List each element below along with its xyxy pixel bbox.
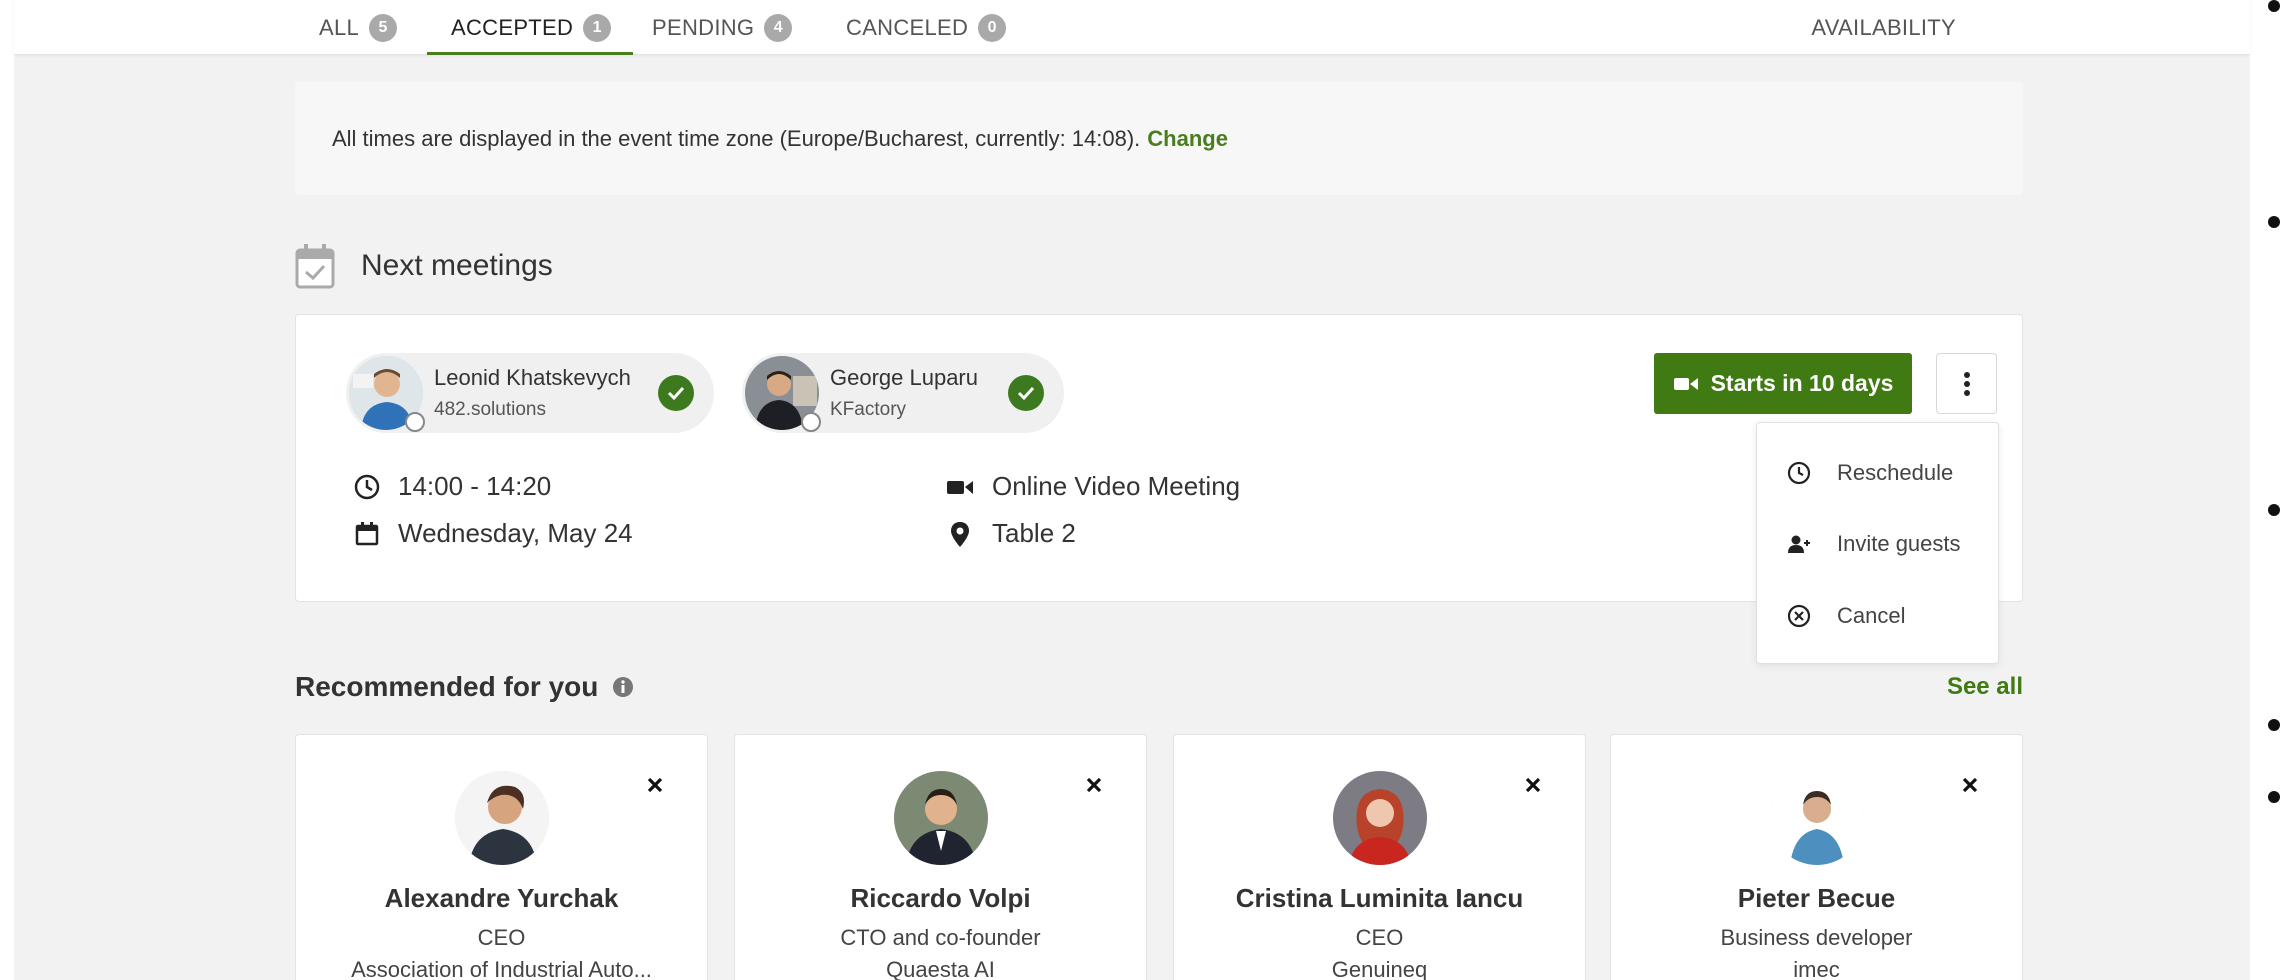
count-badge: 1 (583, 13, 612, 42)
recommendation-card[interactable]: Alexandre Yurchak CEO Association of Ind… (295, 734, 708, 980)
participant-name: George Luparu (830, 365, 978, 390)
page-indicator-dot[interactable] (2268, 504, 2280, 516)
dismiss-button[interactable] (1082, 773, 1106, 797)
join-meeting-label: Starts in 10 days (1710, 370, 1894, 396)
meeting-type: Online Video Meeting (946, 471, 1240, 502)
tab-pending[interactable]: PENDING 4 (652, 0, 793, 55)
calendar-icon (355, 521, 379, 545)
person-role: Business developer (1720, 925, 1913, 950)
tab-label: ALL (319, 14, 360, 40)
meeting-location-text: Table 2 (992, 518, 1076, 548)
person-name: Riccardo Volpi (850, 883, 1031, 913)
availability-link[interactable]: AVAILABILITY (1811, 0, 1956, 55)
menu-item-label: Reschedule (1837, 460, 1954, 485)
participant-chip[interactable]: Leonid Khatskevych 482.solutions (346, 353, 714, 433)
tab-label: PENDING (652, 14, 755, 40)
user-plus-icon (1788, 535, 1810, 553)
avatar (454, 771, 549, 865)
person-name: Cristina Luminita Iancu (1235, 883, 1524, 913)
meeting-date-text: Wednesday, May 24 (398, 518, 633, 548)
meeting-date: Wednesday, May 24 (354, 518, 633, 549)
tab-canceled[interactable]: CANCELED 0 (846, 0, 1007, 55)
menu-item-cancel[interactable]: Cancel (1757, 588, 2000, 644)
tab-label: CANCELED (846, 14, 969, 40)
timezone-notice: All times are displayed in the event tim… (295, 82, 2023, 195)
see-all-link[interactable]: See all (1947, 665, 2023, 709)
dismiss-button[interactable] (1958, 773, 1982, 797)
recommended-title-text: Recommended for you (295, 671, 599, 702)
recommended-header: Recommended for you See all (295, 665, 2023, 709)
person-role: CTO and co-founder (840, 925, 1041, 950)
person-role: CEO (477, 925, 526, 950)
participant-chip[interactable]: George Luparu KFactory (742, 353, 1064, 433)
accepted-check-icon (658, 375, 694, 411)
person-role: CEO (1355, 925, 1404, 950)
menu-item-invite-guests[interactable]: Invite guests (1757, 516, 2000, 572)
info-icon[interactable] (612, 676, 634, 698)
tab-bar: ALL 5 ACCEPTED 1 PENDING 4 CANCELED 0 AV… (14, 0, 2250, 55)
avatar (349, 356, 425, 432)
close-icon (1962, 777, 1978, 793)
avatar (745, 356, 821, 432)
join-meeting-button[interactable]: Starts in 10 days (1654, 353, 1912, 414)
recommended-title: Recommended for you (295, 665, 634, 709)
calendar-check-icon (295, 244, 335, 289)
meeting-location: Table 2 (946, 518, 1076, 549)
timezone-text: All times are displayed in the event tim… (332, 125, 1141, 151)
close-icon (647, 777, 663, 793)
menu-item-reschedule[interactable]: Reschedule (1757, 445, 2000, 501)
participant-company: 482.solutions (434, 399, 546, 420)
avatar (893, 771, 988, 865)
next-meetings-header: Next meetings (295, 240, 553, 292)
person-name: Pieter Becue (1737, 883, 1896, 913)
dismiss-button[interactable] (1521, 773, 1545, 797)
recommendation-card[interactable]: Pieter Becue Business developer imec (1610, 734, 2023, 980)
participant-company: KFactory (830, 399, 907, 420)
page-indicator-dot[interactable] (2268, 216, 2280, 228)
participant-name: Leonid Khatskevych (434, 365, 631, 390)
person-organization: Quaesta AI (886, 957, 995, 980)
menu-item-label: Cancel (1837, 603, 1906, 628)
count-badge: 0 (978, 13, 1007, 42)
person-organization: imec (1793, 957, 1840, 980)
person-organization: Association of Industrial Auto... (351, 957, 652, 980)
map-pin-icon (951, 521, 969, 547)
person-name: Alexandre Yurchak (384, 883, 619, 913)
video-camera-icon (1673, 377, 1698, 390)
meeting-time-text: 14:00 - 14:20 (398, 471, 552, 501)
more-options-button[interactable] (1936, 353, 1997, 414)
dismiss-button[interactable] (643, 773, 667, 797)
tab-label: ACCEPTED (451, 14, 574, 40)
section-title: Next meetings (361, 249, 553, 282)
count-badge: 4 (764, 13, 793, 42)
video-camera-icon (947, 480, 973, 494)
meeting-time: 14:00 - 14:20 (354, 471, 551, 502)
tab-all[interactable]: ALL 5 (319, 0, 398, 55)
meeting-options-menu: Reschedule Invite guests Cancel (1756, 422, 1999, 664)
recommendation-card[interactable]: Cristina Luminita Iancu CEO Genuineq (1173, 734, 1586, 980)
app-root: ALL 5 ACCEPTED 1 PENDING 4 CANCELED 0 AV… (0, 0, 2250, 980)
avatar (1332, 771, 1427, 865)
page-indicator-dot[interactable] (2268, 791, 2280, 803)
clock-icon (354, 474, 380, 499)
clock-icon (1787, 461, 1811, 485)
meeting-type-text: Online Video Meeting (992, 471, 1241, 501)
menu-item-label: Invite guests (1837, 531, 1961, 556)
x-circle-icon (1787, 604, 1811, 628)
count-badge: 5 (369, 13, 398, 42)
presence-indicator (801, 412, 821, 432)
close-icon (1086, 777, 1102, 793)
accepted-check-icon (1008, 375, 1044, 411)
presence-indicator (405, 412, 425, 432)
kebab-menu-icon (1963, 371, 1970, 396)
change-timezone-link[interactable]: Change (1147, 126, 1228, 152)
tab-accepted[interactable]: ACCEPTED 1 (426, 0, 634, 55)
page-indicator-dot[interactable] (2268, 719, 2280, 731)
page-indicator-dot[interactable] (2268, 0, 2280, 12)
person-organization: Genuineq (1331, 957, 1428, 980)
avatar (1769, 771, 1864, 865)
recommendation-card[interactable]: Riccardo Volpi CTO and co-founder Quaest… (734, 734, 1147, 980)
close-icon (1525, 777, 1541, 793)
